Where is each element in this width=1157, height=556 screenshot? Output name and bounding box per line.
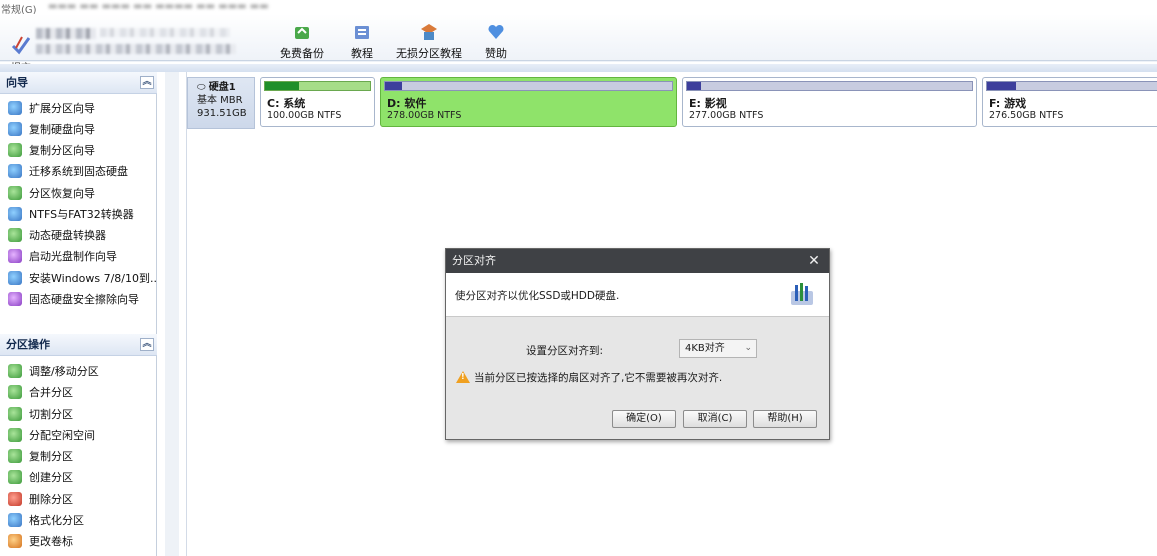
recovery-icon [8,186,22,200]
sidebar-item-ssd-erase[interactable]: 固态硬盘安全擦除向导 [8,291,156,309]
wizard-icon [8,101,22,115]
format-icon [8,513,22,527]
cancel-button[interactable]: 取消(C) [683,410,747,428]
lossless-partition-tutorial-button[interactable]: 无损分区教程 [393,22,465,61]
boot-disc-icon [8,249,22,263]
sidebar-item-format-partition[interactable]: 格式化分区 [8,512,156,530]
ssd-erase-icon [8,292,22,306]
usage-bar [384,81,673,91]
redacted-area [36,28,96,39]
label-icon [8,534,22,548]
convert-icon [8,207,22,221]
disk-info[interactable]: ⬭ 硬盘1 基本 MBR 931.51GB [187,77,255,129]
create-icon [8,470,22,484]
split-icon [8,407,22,421]
dialog-header: 使分区对齐以优化SSD或HDD硬盘. [446,273,829,317]
lossless-partition-icon [421,24,437,40]
chevron-down-icon: ⌄ [744,343,752,353]
sidebar-item-extend-partition[interactable]: 扩展分区向导 [8,100,156,118]
menu-bar: 常规(G) ▬▬▬ ▬▬ ▬▬▬ ▬▬ ▬▬▬▬ ▬▬ ▬▬▬ ▬▬ [0,0,1157,16]
sponsor-button[interactable]: 赞助 [460,22,532,61]
disk-icon: ⬭ [197,82,206,93]
warning-message: 当前分区已按选择的扇区对齐了,它不需要被再次对齐. [456,370,722,385]
partition-align-dialog: 分区对齐 ✕ 使分区对齐以优化SSD或HDD硬盘. 设置分区对齐到: 4KB对齐… [445,248,830,440]
tutorial-button[interactable]: 教程 [326,22,398,61]
sidebar-item-ntfs-fat32[interactable]: NTFS与FAT32转换器 [8,206,156,224]
dynamic-disk-icon [8,228,22,242]
sidebar-item-partition-recovery[interactable]: 分区恢复向导 [8,185,156,203]
dialog-titlebar[interactable]: 分区对齐 ✕ [446,249,829,273]
redacted-area [36,44,236,54]
sidebar-item-change-label[interactable]: 更改卷标 [8,533,156,551]
close-icon[interactable]: ✕ [805,251,823,271]
sidebar-item-dynamic-disk[interactable]: 动态硬盘转换器 [8,227,156,245]
sidebar-item-boot-disc[interactable]: 启动光盘制作向导 [8,248,156,266]
collapse-icon[interactable]: ︽ [140,338,154,351]
align-select[interactable]: 4KB对齐 ⌄ [679,339,757,358]
sidebar-item-create-partition[interactable]: 创建分区 [8,469,156,487]
apply-icon [11,36,31,55]
dialog-description: 使分区对齐以优化SSD或HDD硬盘. [455,290,620,302]
partition-f[interactable]: F: 游戏 276.50GB NTFS [982,77,1157,127]
dialog-body: 设置分区对齐到: 4KB对齐 ⌄ 当前分区已按选择的扇区对齐了,它不需要被再次对… [446,317,829,439]
migrate-icon [8,164,22,178]
sidebar-item-install-windows[interactable]: 安装Windows 7/8/10到... [8,270,161,288]
backup-icon [295,27,309,39]
collapse-icon[interactable]: ︽ [140,76,154,89]
usage-bar [264,81,371,91]
copy-partition-icon [8,143,22,157]
sidebar-item-resize-move[interactable]: 调整/移动分区 [8,363,156,381]
sidebar-item-migrate-os[interactable]: 迁移系统到固态硬盘 [8,163,156,181]
sidebar-item-copy-disk[interactable]: 复制硬盘向导 [8,121,156,139]
dialog-title: 分区对齐 [452,254,496,267]
sidebar-item-delete-partition[interactable]: 删除分区 [8,491,156,509]
copy-icon [8,449,22,463]
usage-bar [986,81,1157,91]
partition-ops-panel-header[interactable]: 分区操作 ︽ [0,334,157,356]
sidebar-item-copy-partition-op[interactable]: 复制分区 [8,448,156,466]
sidebar-item-copy-partition[interactable]: 复制分区向导 [8,142,156,160]
sidebar: 向导 ︽ 扩展分区向导 复制硬盘向导 复制分区向导 迁移系统到固态硬盘 分区恢复… [0,72,161,556]
wizard-panel-header[interactable]: 向导 ︽ [0,72,157,94]
heart-icon [488,24,504,39]
redacted-area [100,28,230,37]
sidebar-item-split[interactable]: 切割分区 [8,406,156,424]
merge-icon [8,385,22,399]
partition-e[interactable]: E: 影视 277.00GB NTFS [682,77,977,127]
tutorial-icon [355,26,369,39]
splitter [157,72,187,556]
ok-button[interactable]: 确定(O) [612,410,676,428]
delete-icon [8,492,22,506]
resize-icon [8,364,22,378]
sidebar-item-merge[interactable]: 合并分区 [8,384,156,402]
toolbar: 提交 免费备份 教程 无损分区教程 赞助 [0,14,1157,74]
help-button[interactable]: 帮助(H) [753,410,817,428]
copy-disk-icon [8,122,22,136]
windows-icon [8,271,22,285]
menu-blurred: ▬▬▬ ▬▬ ▬▬▬ ▬▬ ▬▬▬▬ ▬▬ ▬▬▬ ▬▬ [48,1,269,12]
allocate-icon [8,428,22,442]
sidebar-item-allocate-free[interactable]: 分配空闲空间 [8,427,156,445]
align-label: 设置分区对齐到: [526,345,604,357]
usage-bar [686,81,973,91]
partition-align-icon [791,283,813,305]
partition-d[interactable]: D: 软件 278.00GB NTFS [380,77,677,127]
warning-icon [456,371,470,383]
partition-c[interactable]: C: 系统 100.00GB NTFS [260,77,375,127]
